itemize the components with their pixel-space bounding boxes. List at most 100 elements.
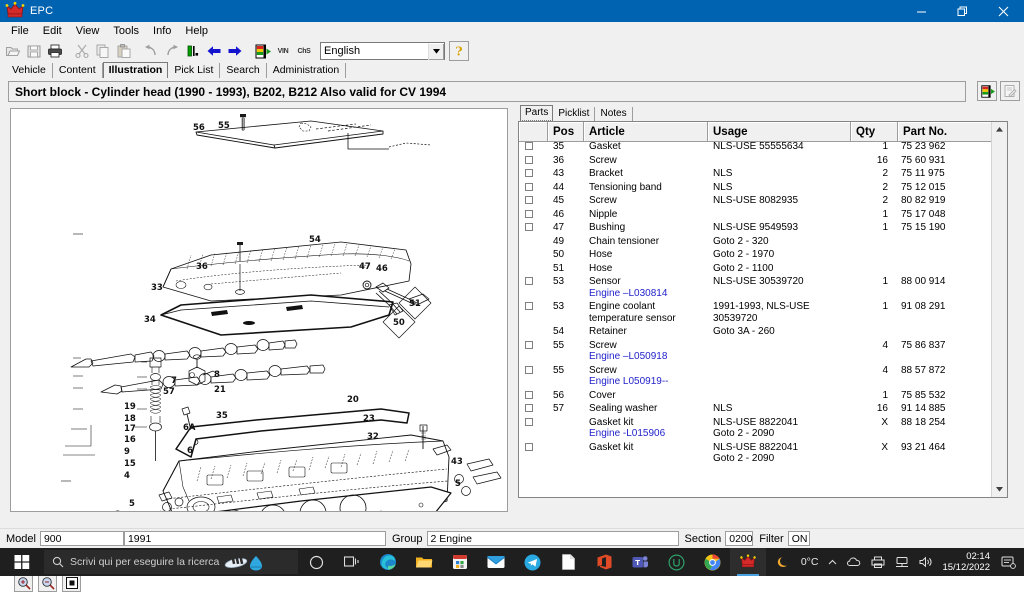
status-group-value[interactable]: 2 Engine — [426, 531, 679, 546]
cut-icon[interactable] — [72, 41, 92, 61]
language-select[interactable]: English — [320, 42, 445, 60]
tab-picklist[interactable]: Picklist — [553, 107, 596, 121]
mail-icon[interactable] — [478, 548, 514, 576]
table-row[interactable]: 45 Screw NLS-USE 8082935 2 80 82 919 — [519, 194, 991, 208]
table-row[interactable]: 47 Bushing NLS-USE 9549593 1 75 15 190 — [519, 221, 991, 235]
row-checkbox-cell[interactable] — [519, 167, 549, 181]
row-checkbox-cell[interactable] — [519, 300, 549, 325]
table-row[interactable]: 50 Hose Goto 2 - 1970 — [519, 248, 991, 262]
checkbox-icon[interactable] — [525, 196, 533, 205]
tab-vehicle[interactable]: Vehicle — [6, 63, 53, 78]
search-input[interactable]: Scrivi qui per eseguire la ricerca — [44, 550, 298, 574]
menu-help[interactable]: Help — [178, 24, 215, 38]
table-row[interactable]: 55 Screw Engine L050919-- 4 88 57 872 — [519, 364, 991, 389]
table-row[interactable]: 35 Gasket NLS-USE 55555634 1 75 23 962 — [519, 140, 991, 154]
help-button[interactable]: ? — [449, 41, 469, 61]
network-icon[interactable] — [890, 556, 914, 568]
table-row[interactable]: 56 Cover 1 75 85 532 — [519, 389, 991, 403]
table-row[interactable]: Gasket kit NLS-USE 8822041 Goto 2 - 2090 X 9… — [519, 441, 991, 466]
column-pos[interactable]: Pos — [547, 122, 584, 142]
save-icon[interactable] — [24, 41, 44, 61]
chrome-icon[interactable] — [694, 548, 730, 576]
checkbox-icon[interactable] — [525, 155, 533, 164]
row-checkbox-cell[interactable] — [519, 416, 549, 441]
tab-pick-list[interactable]: Pick List — [168, 63, 221, 78]
print-icon[interactable] — [45, 41, 65, 61]
menu-file[interactable]: File — [4, 24, 36, 38]
table-row[interactable]: 49 Chain tensioner Goto 2 - 320 — [519, 235, 991, 249]
taskbar-clock[interactable]: 02:14 15/12/2022 — [938, 551, 996, 573]
menu-edit[interactable]: Edit — [36, 24, 69, 38]
chevron-down-icon[interactable] — [428, 42, 444, 60]
table-row[interactable]: 36 Screw 16 75 60 931 — [519, 154, 991, 168]
row-checkbox-cell[interactable] — [519, 221, 549, 235]
menu-info[interactable]: Info — [146, 24, 178, 38]
status-model-value[interactable]: 900 — [39, 531, 124, 546]
illustration-canvas[interactable]: 56 55 54 36 33 34 47 46 51 50 7 8 57 21 … — [10, 108, 508, 512]
table-row[interactable]: 57 Sealing washer NLS 16 91 14 885 — [519, 402, 991, 416]
engine-reference-link[interactable]: Engine -L015906 — [589, 428, 707, 440]
menu-view[interactable]: View — [69, 24, 107, 38]
checkbox-icon[interactable] — [525, 223, 533, 232]
column-part-no[interactable]: Part No. — [897, 122, 994, 142]
checkbox-icon[interactable] — [525, 365, 533, 374]
row-checkbox-cell[interactable] — [519, 389, 549, 403]
office-icon[interactable] — [586, 548, 622, 576]
action-center-icon[interactable] — [996, 555, 1024, 569]
minimize-button[interactable] — [901, 0, 942, 22]
parts-table-body-viewport[interactable]: 35 Gasket NLS-USE 55555634 1 75 23 962 36 Scre… — [519, 140, 991, 496]
vin-icon[interactable]: VIN — [273, 41, 293, 61]
status-year-value[interactable]: 1991 — [123, 531, 386, 546]
row-checkbox-cell[interactable] — [519, 248, 549, 262]
table-row[interactable]: 46 Nipple 1 75 17 048 — [519, 208, 991, 222]
checkbox-icon[interactable] — [525, 277, 533, 286]
checkbox-icon[interactable] — [525, 209, 533, 218]
notepad-icon[interactable] — [550, 548, 586, 576]
checkbox-icon[interactable] — [525, 340, 533, 349]
column-usage[interactable]: Usage — [707, 122, 851, 142]
ultraviewer-icon[interactable] — [658, 548, 694, 576]
checkbox-icon[interactable] — [525, 404, 533, 413]
tab-parts[interactable]: Parts — [520, 105, 554, 121]
checkbox-icon[interactable] — [525, 169, 533, 178]
checkbox-icon[interactable] — [525, 182, 533, 191]
row-checkbox-cell[interactable] — [519, 181, 549, 195]
exit-door-icon[interactable] — [977, 81, 997, 101]
open-icon[interactable] — [3, 41, 23, 61]
scroll-down-button[interactable] — [992, 482, 1007, 497]
menu-tools[interactable]: Tools — [106, 24, 146, 38]
moon-icon[interactable] — [771, 555, 796, 570]
maximize-restore-button[interactable] — [942, 0, 983, 22]
checkbox-icon[interactable] — [525, 442, 533, 451]
row-checkbox-cell[interactable] — [519, 339, 549, 364]
back-arrow-icon[interactable] — [204, 41, 224, 61]
redo-icon[interactable] — [162, 41, 182, 61]
row-checkbox-cell[interactable] — [519, 364, 549, 389]
row-checkbox-cell[interactable] — [519, 275, 549, 300]
paste-icon[interactable] — [114, 41, 134, 61]
chassis-icon[interactable]: ChS — [294, 41, 314, 61]
column-qty[interactable]: Qty — [850, 122, 898, 142]
engine-reference-link[interactable]: Engine –L030814 — [589, 288, 707, 300]
table-row[interactable]: 44 Tensioning band NLS 2 75 12 015 — [519, 181, 991, 195]
task-view-icon[interactable] — [334, 548, 370, 576]
checkbox-icon[interactable] — [525, 302, 533, 311]
start-windows-icon[interactable] — [0, 548, 44, 576]
copy-icon[interactable] — [93, 41, 113, 61]
scrollbar-thumb[interactable] — [992, 137, 1007, 257]
info-bar-icon[interactable] — [183, 41, 203, 61]
status-filter-value[interactable]: ON — [787, 531, 810, 546]
volume-icon[interactable] — [914, 556, 938, 568]
epc-crown-icon[interactable] — [730, 548, 766, 576]
printer-icon[interactable] — [866, 556, 890, 568]
taskbar-doodle-icon[interactable] — [223, 552, 267, 572]
table-row[interactable]: 43 Bracket NLS 2 75 11 975 — [519, 167, 991, 181]
row-checkbox-cell[interactable] — [519, 402, 549, 416]
cortana-icon[interactable] — [298, 548, 334, 576]
undo-icon[interactable] — [141, 41, 161, 61]
weather-temperature[interactable]: 0°C — [796, 556, 824, 568]
microsoft-store-icon[interactable] — [442, 548, 478, 576]
forward-arrow-icon[interactable] — [225, 41, 245, 61]
table-row[interactable]: 51 Hose Goto 2 - 1100 — [519, 262, 991, 276]
tab-notes[interactable]: Notes — [595, 107, 633, 121]
